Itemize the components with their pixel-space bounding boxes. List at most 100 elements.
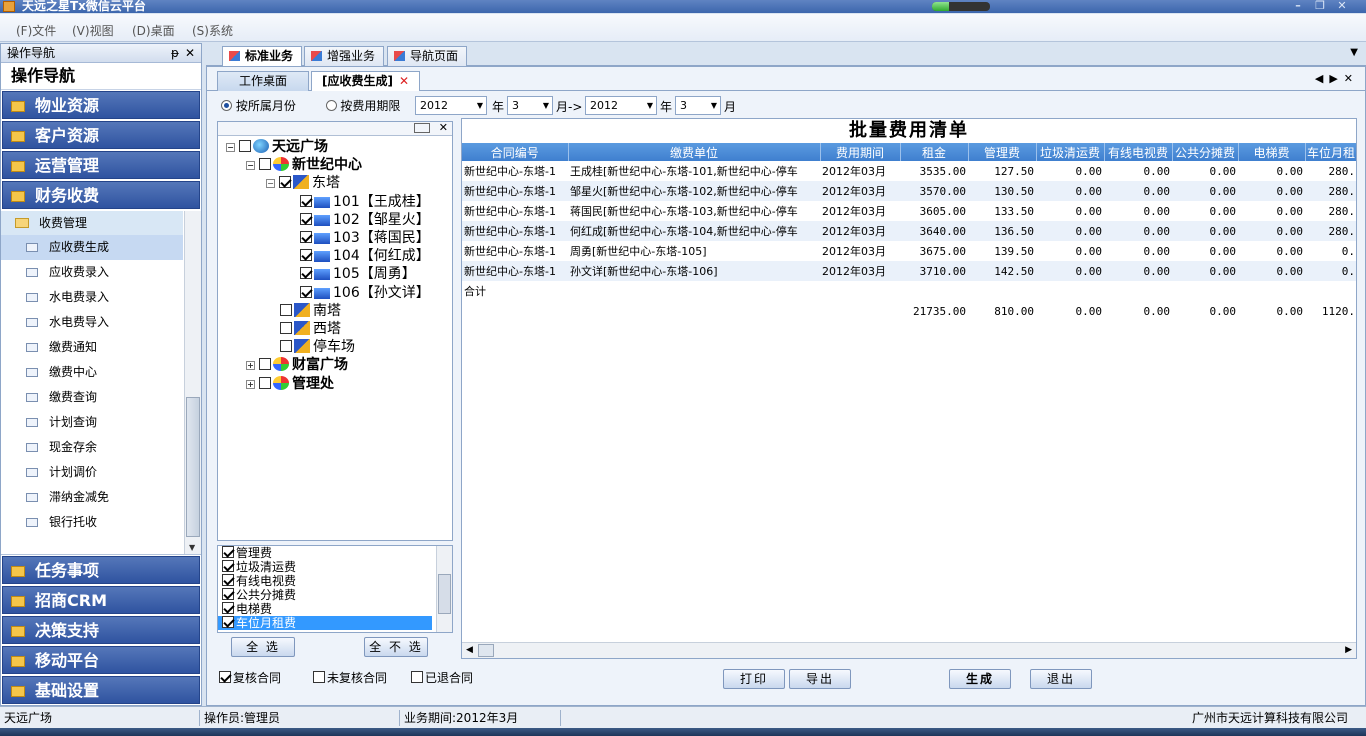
column-header[interactable]: 租金	[900, 143, 969, 161]
check-reviewed-contract[interactable]: 复核合同	[219, 669, 281, 686]
fee-type-item[interactable]: 管理费	[218, 546, 452, 560]
nav-group-2[interactable]: 客户资源	[2, 121, 200, 149]
menu-file[interactable]: (F)文件	[16, 22, 56, 39]
fee-checkbox[interactable]	[222, 546, 234, 558]
tree-node[interactable]: 103【蒋国民】	[300, 229, 430, 247]
sub-nav-item[interactable]: 水电费录入	[1, 285, 183, 310]
nav-group-5[interactable]: 基础设置	[2, 676, 200, 704]
tree-checkbox[interactable]	[300, 249, 312, 262]
tree-checkbox[interactable]	[239, 140, 251, 152]
restore-icon[interactable]: ❐	[1312, 0, 1328, 12]
table-row[interactable]: 新世纪中心-东塔-1 孙文详[新世纪中心-东塔-106] 2012年03月 3710.…	[462, 261, 1356, 281]
sub-nav-item[interactable]: 应收费录入	[1, 260, 183, 285]
tab-list-dropdown-icon[interactable]: ▼	[1350, 47, 1358, 58]
menu-system[interactable]: (S)系统	[192, 22, 233, 39]
tree-node[interactable]: 105【周勇】	[300, 265, 416, 283]
nav-group-3[interactable]: 决策支持	[2, 616, 200, 644]
fee-list-scrollbar[interactable]	[436, 546, 452, 632]
select-none-button[interactable]: 全 不 选	[364, 637, 428, 657]
column-header[interactable]: 有线电视费	[1104, 143, 1173, 161]
select-all-button[interactable]: 全 选	[231, 637, 295, 657]
column-header[interactable]: 垃圾清运费	[1036, 143, 1105, 161]
table-row[interactable]: 新世纪中心-东塔-1 周勇[新世纪中心-东塔-105] 2012年03月 3675.0…	[462, 241, 1356, 261]
nav-group-1[interactable]: 任务事项	[2, 556, 200, 584]
tab-scroll-icons[interactable]: ◀▶✕	[1315, 72, 1359, 85]
grid-hscroll-thumb[interactable]	[478, 644, 494, 657]
fee-management-header[interactable]: 收费管理	[1, 211, 183, 235]
column-header[interactable]: 缴费单位	[568, 143, 821, 161]
column-header[interactable]: 费用期间	[820, 143, 901, 161]
tree-node[interactable]: + 管理处	[246, 375, 334, 393]
close-tab-icon[interactable]: ✕	[399, 74, 409, 88]
expand-toggle-icon[interactable]: +	[246, 361, 255, 371]
tab-standard-business[interactable]: 标准业务	[222, 46, 303, 67]
column-header[interactable]: 合同编号	[462, 143, 569, 161]
expand-toggle-icon[interactable]: −	[266, 179, 275, 189]
column-header[interactable]: 电梯费	[1238, 143, 1306, 161]
tab-enhanced-business[interactable]: 增强业务	[304, 46, 385, 66]
expand-toggle-icon[interactable]: −	[226, 143, 235, 152]
fee-type-item[interactable]: 垃圾清运费	[218, 560, 452, 574]
expand-toggle-icon[interactable]: +	[246, 379, 255, 389]
tree-checkbox[interactable]	[300, 231, 312, 243]
tree-node[interactable]: + 财富广场	[246, 356, 348, 374]
table-row[interactable]: 新世纪中心-东塔-1 蒋国民[新世纪中心-东塔-103,新世纪中心-停车 2012年…	[462, 201, 1356, 221]
minimize-icon[interactable]: –	[1290, 0, 1306, 12]
tab-navigation-page[interactable]: 导航页面	[387, 46, 468, 66]
close-tree-icon[interactable]: ✕	[439, 121, 448, 134]
fee-type-item[interactable]: 有线电视费	[218, 574, 452, 588]
tree-node[interactable]: 104【何红成】	[300, 247, 430, 265]
tree-checkbox[interactable]	[300, 194, 312, 207]
sub-nav-item[interactable]: 计划查询	[1, 410, 183, 435]
radio-by-month[interactable]	[221, 100, 232, 111]
close-icon[interactable]: ✕	[1334, 0, 1350, 12]
tree-checkbox[interactable]	[280, 322, 292, 334]
tree-checkbox[interactable]	[280, 303, 292, 316]
sub-nav-item[interactable]: 水电费导入	[1, 310, 183, 335]
fee-type-item[interactable]: 公共分摊费	[218, 588, 452, 602]
nav-scrollbar-thumb[interactable]	[186, 397, 200, 537]
scroll-right-icon[interactable]: ▶	[1345, 645, 1352, 655]
fee-checkbox[interactable]	[222, 602, 234, 614]
menu-view[interactable]: (V)视图	[72, 22, 114, 39]
checkbox[interactable]	[219, 671, 231, 683]
fee-checkbox[interactable]	[222, 574, 234, 586]
nav-group-4[interactable]: 财务收费	[2, 181, 200, 209]
sub-nav-item[interactable]: 银行托收	[1, 510, 183, 535]
tree-node[interactable]: 106【孙文详】	[300, 284, 430, 302]
fee-list-scroll-thumb[interactable]	[438, 574, 451, 614]
export-button[interactable]: 导出	[789, 669, 851, 689]
tree-checkbox[interactable]	[300, 212, 312, 225]
sub-nav-item[interactable]: 缴费通知	[1, 335, 183, 360]
column-header[interactable]: 公共分摊费	[1172, 143, 1239, 161]
tree-checkbox[interactable]	[259, 358, 271, 371]
radio-by-period[interactable]	[325, 100, 337, 111]
print-button[interactable]: 打印	[723, 669, 785, 689]
tab-workbench[interactable]: 工作桌面	[217, 71, 309, 91]
tree-node[interactable]: 南塔	[280, 302, 341, 320]
end-year-select[interactable]: 2012 ▼	[585, 96, 657, 115]
tab-receivable-generation[interactable]: [应收费生成] ✕	[311, 71, 421, 91]
fee-checkbox[interactable]	[222, 616, 234, 628]
check-withdrawn-contract[interactable]: 已退合同	[411, 669, 473, 686]
nav-group-3[interactable]: 运营管理	[2, 151, 200, 179]
sub-nav-item[interactable]: 计划调价	[1, 460, 183, 485]
tree-checkbox[interactable]	[300, 285, 312, 298]
tree-checkbox[interactable]	[259, 376, 271, 389]
tree-checkbox[interactable]	[280, 340, 292, 353]
nav-group-2[interactable]: 招商CRM	[2, 586, 200, 614]
tree-node[interactable]: − 新世纪中心	[246, 156, 362, 174]
checkbox[interactable]	[411, 671, 423, 683]
nav-group-4[interactable]: 移动平台	[2, 646, 200, 674]
tree-node[interactable]: − 天远广场	[226, 138, 328, 156]
tree-checkbox[interactable]	[300, 267, 312, 280]
tree-checkbox[interactable]	[279, 176, 291, 189]
sub-nav-item[interactable]: 缴费中心	[1, 360, 183, 385]
table-row[interactable]: 新世纪中心-东塔-1 何红成[新世纪中心-东塔-104,新世纪中心-停车 2012年…	[462, 221, 1356, 241]
sub-nav-item[interactable]: 缴费查询	[1, 385, 183, 410]
sub-nav-item[interactable]: 应收费生成	[1, 235, 183, 260]
end-month-select[interactable]: 3 ▼	[675, 96, 721, 115]
generate-button[interactable]: 生成	[949, 669, 1011, 689]
pin-icon[interactable]: ᵽ	[171, 44, 179, 62]
nav-group-1[interactable]: 物业资源	[2, 91, 200, 119]
